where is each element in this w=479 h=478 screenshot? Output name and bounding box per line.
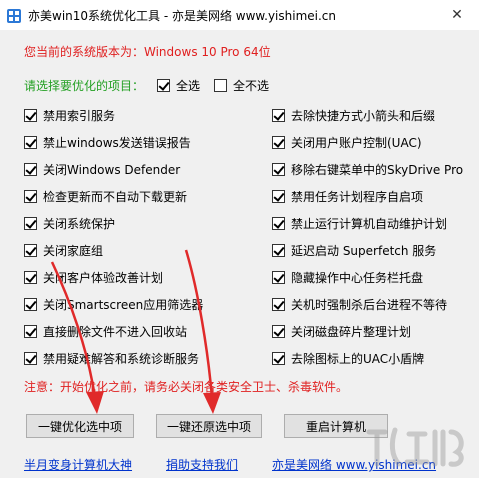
app-icon [6,8,22,24]
checkbox-box[interactable] [24,217,37,230]
option-right-7[interactable]: 关机时强制杀后台进程不等待 [272,296,447,313]
checkbox-box[interactable] [24,325,37,338]
restart-computer-button[interactable]: 重启计算机 [284,414,388,438]
checkbox-box[interactable] [24,271,37,284]
option-label: 禁用疑难解答和系统诊断服务 [43,352,200,366]
checkbox-box[interactable] [272,271,285,284]
guide-link[interactable]: 半月变身计算机大神 [24,456,132,473]
option-right-0[interactable]: 去除快捷方式小箭头和后缀 [272,107,435,124]
option-label: 延迟启动 Superfetch 服务 [291,244,437,258]
checkbox-box[interactable] [272,352,285,365]
option-left-5[interactable]: 关闭家庭组 [24,242,103,259]
select-none-checkbox[interactable]: 全不选 [214,77,269,94]
option-right-4[interactable]: 禁止运行计算机自动维护计划 [272,215,447,232]
system-version-text: 您当前的系统版本为：Windows 10 Pro 64位 [24,45,271,59]
restore-selected-button[interactable]: 一键还原选中项 [156,414,262,438]
title-bar[interactable]: 亦美win10系统优化工具 - 亦是美网络 www.yishimei.cn ✕ [0,0,479,30]
option-label: 关闭Windows Defender [43,163,181,177]
checkbox-box[interactable] [272,136,285,149]
select-all-checkbox[interactable]: 全选 [157,77,200,94]
option-label: 关闭客户体验改善计划 [43,271,164,285]
option-label: 禁止windows发送错误报告 [43,136,191,150]
warning-notice: 注意：开始优化之前，请务必关闭各类安全卫士、杀毒软件。 [24,380,349,394]
option-left-0[interactable]: 禁用索引服务 [24,107,115,124]
option-right-6[interactable]: 隐藏操作中心任务栏托盘 [272,269,423,286]
checkbox-box[interactable] [272,190,285,203]
option-right-5[interactable]: 延迟启动 Superfetch 服务 [272,242,436,259]
window-title: 亦美win10系统优化工具 - 亦是美网络 www.yishimei.cn [28,9,337,23]
option-label: 关闭用户账户控制(UAC) [291,136,422,150]
optimize-selected-button[interactable]: 一键优化选中项 [26,414,134,438]
option-label: 关闭家庭组 [43,244,104,258]
option-label: 隐藏操作中心任务栏托盘 [291,271,424,285]
option-right-3[interactable]: 禁用任务计划程序自启项 [272,188,423,205]
checkbox-box[interactable] [272,298,285,311]
option-label: 禁用索引服务 [43,109,116,123]
option-right-8[interactable]: 关闭磁盘碎片整理计划 [272,323,411,340]
option-label: 去除图标上的UAC小盾牌 [291,352,425,366]
option-label: 移除右键菜单中的SkyDrive Pro [291,163,464,177]
checkbox-box[interactable] [24,352,37,365]
option-label: 检查更新而不自动下载更新 [43,190,188,204]
option-label: 关闭磁盘碎片整理计划 [291,325,412,339]
website-link[interactable]: 亦是美网络 www.yishimei.cn [272,456,436,473]
option-left-9[interactable]: 禁用疑难解答和系统诊断服务 [24,350,199,367]
option-right-9[interactable]: 去除图标上的UAC小盾牌 [272,350,424,367]
option-label: 去除快捷方式小箭头和后缀 [291,109,436,123]
option-label: 禁止运行计算机自动维护计划 [291,217,448,231]
select-prompt: 请选择要优化的项目： [24,79,145,93]
option-label: 禁用任务计划程序自启项 [291,190,424,204]
checkbox-box[interactable] [272,244,285,257]
option-label: 直接删除文件不进入回收站 [43,325,188,339]
checkbox-box[interactable] [24,190,37,203]
option-left-8[interactable]: 直接删除文件不进入回收站 [24,323,187,340]
option-left-3[interactable]: 检查更新而不自动下载更新 [24,188,187,205]
option-right-2[interactable]: 移除右键菜单中的SkyDrive Pro [272,161,463,178]
checkbox-box[interactable] [214,79,227,92]
checkbox-box[interactable] [24,109,37,122]
option-left-7[interactable]: 关闭Smartscreen应用筛选器 [24,296,203,313]
option-label: 关闭Smartscreen应用筛选器 [43,298,204,312]
option-label: 关闭系统保护 [43,217,116,231]
checkbox-box[interactable] [272,109,285,122]
checkbox-box[interactable] [157,79,170,92]
checkbox-box[interactable] [24,244,37,257]
checkbox-box[interactable] [272,325,285,338]
donate-link[interactable]: 捐助支持我们 [166,456,238,473]
checkbox-box[interactable] [24,298,37,311]
option-left-1[interactable]: 禁止windows发送错误报告 [24,134,191,151]
option-left-6[interactable]: 关闭客户体验改善计划 [24,269,163,286]
select-all-label: 全选 [176,79,201,93]
option-left-4[interactable]: 关闭系统保护 [24,215,115,232]
close-icon: ✕ [451,7,463,23]
checkbox-box[interactable] [24,136,37,149]
option-label: 关机时强制杀后台进程不等待 [291,298,448,312]
option-right-1[interactable]: 关闭用户账户控制(UAC) [272,134,422,151]
close-window-button[interactable]: ✕ [435,0,479,30]
checkbox-box[interactable] [272,163,285,176]
select-none-label: 全不选 [233,79,270,93]
checkbox-box[interactable] [272,217,285,230]
option-left-2[interactable]: 关闭Windows Defender [24,161,180,178]
checkbox-box[interactable] [24,163,37,176]
